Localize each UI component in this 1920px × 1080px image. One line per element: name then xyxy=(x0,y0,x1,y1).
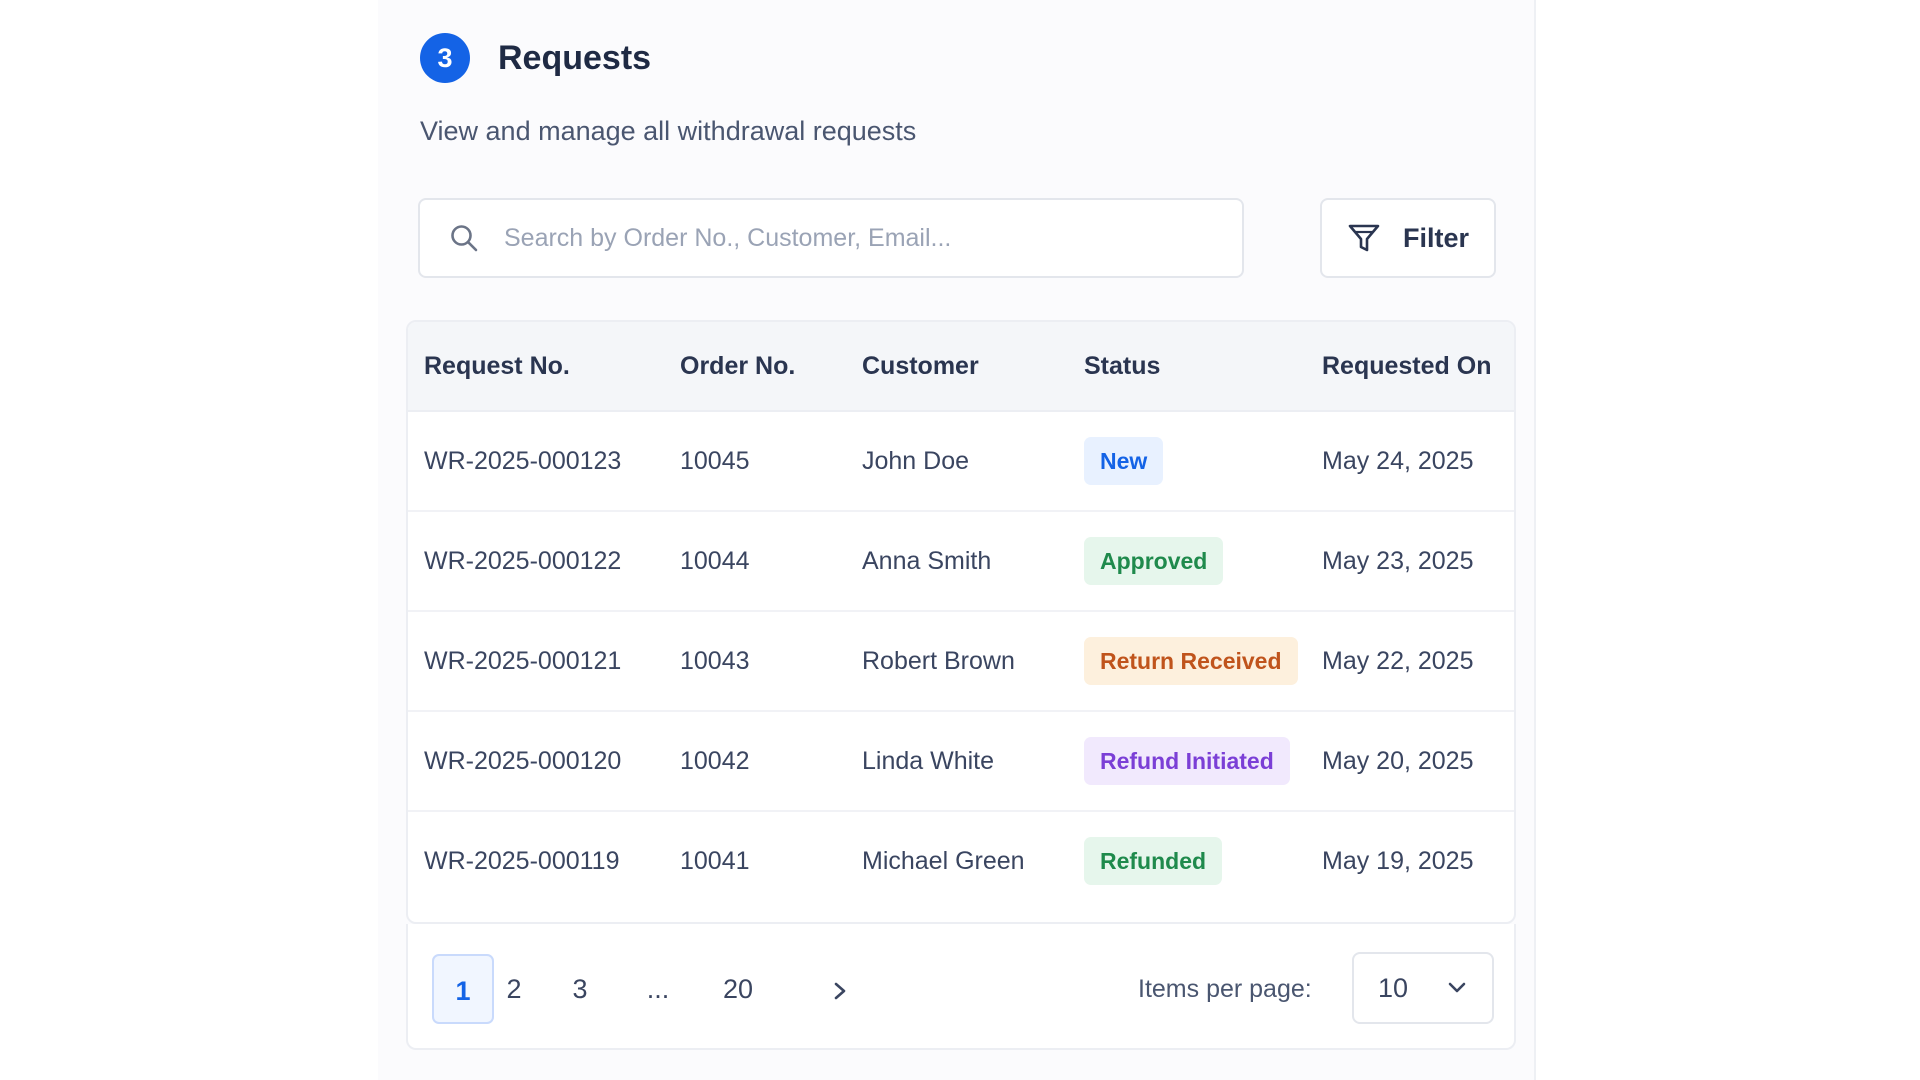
request-no-cell: WR-2025-000119 xyxy=(424,847,620,875)
section-header: 3 Requests xyxy=(420,33,651,83)
requested-on-cell: May 22, 2025 xyxy=(1322,647,1474,675)
requested-on-cell: May 20, 2025 xyxy=(1322,747,1474,775)
step-badge: 3 xyxy=(420,33,470,83)
table-row[interactable]: WR-2025-000122 10044 Anna Smith Approved… xyxy=(408,512,1514,612)
requests-table: Request No. Order No. Customer Status Re… xyxy=(406,320,1516,924)
order-no-cell: 10044 xyxy=(680,547,750,575)
column-header-status[interactable]: Status xyxy=(1084,322,1160,410)
filter-button[interactable]: Filter xyxy=(1320,198,1496,278)
requested-on-cell: May 24, 2025 xyxy=(1322,447,1474,475)
items-per-page-select[interactable]: 10 xyxy=(1352,952,1494,1024)
customer-cell: John Doe xyxy=(862,447,970,475)
column-header-requested-on[interactable]: Requested On xyxy=(1322,322,1491,410)
items-per-page-value: 10 xyxy=(1378,972,1409,1003)
requested-on-cell: May 23, 2025 xyxy=(1322,547,1474,575)
filter-label: Filter xyxy=(1402,222,1469,253)
order-no-cell: 10043 xyxy=(680,647,750,675)
search-input[interactable] xyxy=(502,222,1226,254)
table-row[interactable]: WR-2025-000123 10045 John Doe New May 24… xyxy=(408,412,1514,512)
pagination-bar: 1 2 3 ... 20 Items per page: 10 xyxy=(406,924,1516,1050)
request-no-cell: WR-2025-000120 xyxy=(424,747,622,775)
page-title: Requests xyxy=(498,38,652,77)
requested-on-cell: May 19, 2025 xyxy=(1322,847,1474,875)
status-badge: Approved xyxy=(1084,537,1224,585)
items-per-page-label: Items per page: xyxy=(1138,975,1312,1003)
customer-cell: Linda White xyxy=(862,747,995,775)
table-header: Request No. Order No. Customer Status Re… xyxy=(408,322,1514,412)
status-badge: Refund Initiated xyxy=(1084,737,1290,785)
page-button-2[interactable]: 2 xyxy=(492,954,536,1024)
column-header-order-no[interactable]: Order No. xyxy=(680,322,795,410)
chevron-down-icon xyxy=(1448,982,1466,993)
request-no-cell: WR-2025-000123 xyxy=(424,447,622,475)
next-page-button[interactable] xyxy=(820,954,860,1024)
status-badge: Return Received xyxy=(1084,637,1298,685)
table-row[interactable]: WR-2025-000121 10043 Robert Brown Return… xyxy=(408,612,1514,712)
order-no-cell: 10041 xyxy=(680,847,750,875)
table-row[interactable]: WR-2025-000120 10042 Linda White Refund … xyxy=(408,712,1514,812)
customer-cell: Anna Smith xyxy=(862,547,992,575)
table-row[interactable]: WR-2025-000119 10041 Michael Green Refun… xyxy=(408,812,1514,910)
page-subtitle: View and manage all withdrawal requests xyxy=(420,116,917,146)
page-button-3: 3 xyxy=(572,974,588,1004)
status-badge: Refunded xyxy=(1084,837,1223,885)
page-button-20[interactable]: 20 xyxy=(708,954,768,1024)
status-badge: New xyxy=(1084,437,1164,485)
search-box[interactable] xyxy=(418,198,1244,278)
page-ellipsis: ... xyxy=(646,974,670,1004)
order-no-cell: 10045 xyxy=(680,447,750,475)
order-no-cell: 10042 xyxy=(680,747,750,775)
column-header-request-no[interactable]: Request No. xyxy=(424,322,570,410)
customer-cell: Robert Brown xyxy=(862,647,1015,675)
page-button-1[interactable]: 1 xyxy=(432,954,494,1024)
customer-cell: Michael Green xyxy=(862,847,1025,875)
column-header-customer[interactable]: Customer xyxy=(862,322,979,410)
filter-icon xyxy=(1347,221,1381,255)
request-no-cell: WR-2025-000121 xyxy=(424,647,622,675)
chevron-right-icon xyxy=(834,982,846,1000)
search-icon xyxy=(446,220,482,256)
request-no-cell: WR-2025-000122 xyxy=(424,547,622,575)
